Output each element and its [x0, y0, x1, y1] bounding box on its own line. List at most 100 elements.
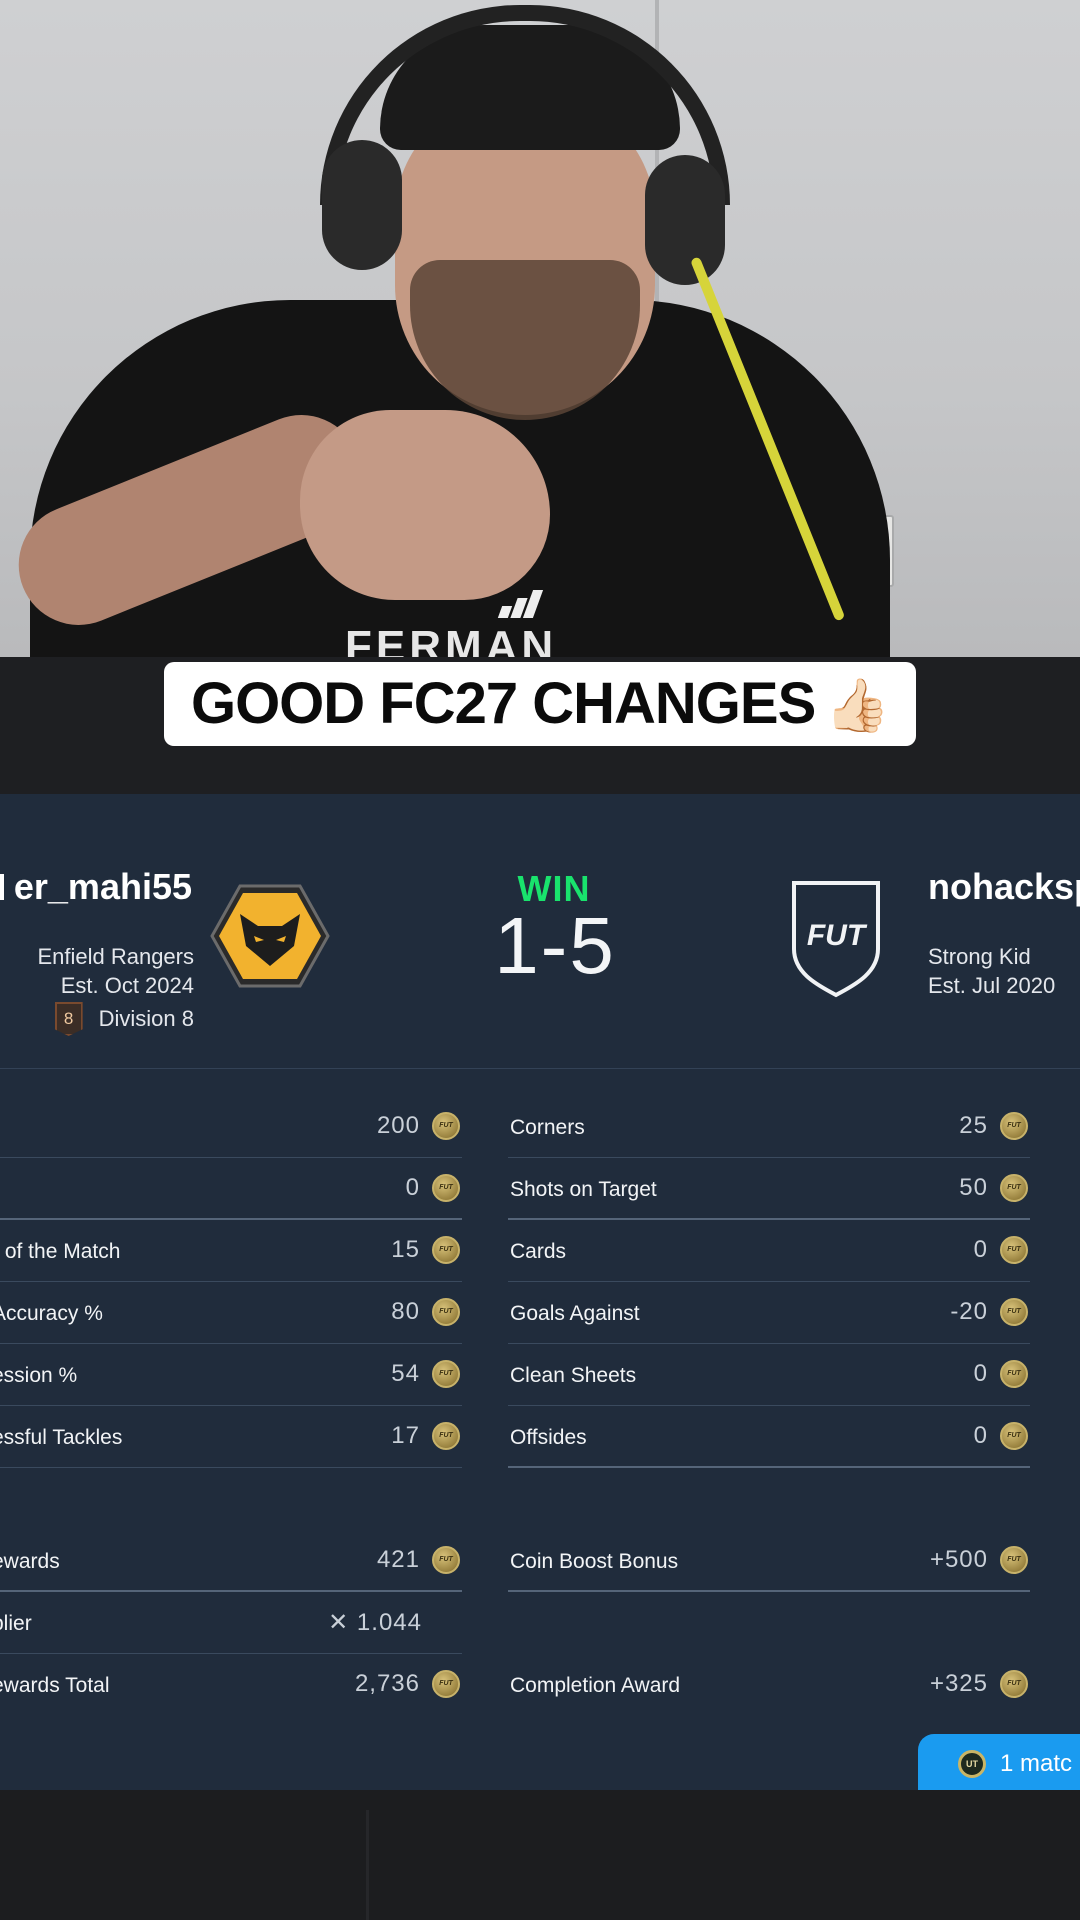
home-division: 8 Division 8: [54, 1002, 194, 1036]
caption-text: GOOD FC27 CHANGES: [190, 671, 816, 736]
reward-label: r of the Match: [0, 1240, 121, 1263]
reward-row: Corners 25 FUT: [508, 1096, 1030, 1158]
reward-value: 0: [973, 1236, 988, 1263]
match-count-button[interactable]: UT 1 matc: [918, 1734, 1080, 1790]
reward-label: Offsides: [510, 1426, 587, 1449]
reward-label: essful Tackles: [0, 1426, 123, 1449]
reward-value: 17: [391, 1422, 420, 1449]
coin-icon: FUT: [1000, 1174, 1028, 1202]
total-row: Coin Boost Bonus +500 FUT: [508, 1530, 1030, 1592]
coin-icon: FUT: [432, 1236, 460, 1264]
reward-label: ession %: [0, 1364, 78, 1387]
reward-row: Goals Against -20 FUT: [508, 1282, 1030, 1344]
total-label: ewards: [0, 1550, 60, 1573]
streamer-hand: [300, 410, 550, 600]
reward-label: Cards: [510, 1240, 567, 1263]
away-club-info: Strong Kid Est. Jul 2020: [928, 942, 1055, 1000]
home-club-info: Enfield Rangers Est. Oct 2024: [37, 942, 194, 1000]
match-count-label: 1 matc: [1000, 1750, 1073, 1777]
match-results-panel: er_mahi55 Enfield Rangers Est. Oct 2024 …: [0, 794, 1080, 1790]
reward-value: 0: [405, 1174, 420, 1201]
coin-icon: FUT: [1000, 1236, 1028, 1264]
reward-value: 50: [959, 1174, 988, 1201]
total-row: ewards Total 2,736 FUT: [0, 1654, 462, 1716]
rewards-column-left: 200 FUT 0 FUT r of the Match 15 FUT Accuracy…: [0, 1096, 462, 1716]
coin-icon: FUT: [432, 1112, 460, 1140]
match-score: 1-5: [494, 901, 616, 990]
reward-label: Shots on Target: [510, 1178, 657, 1201]
multiplier-value: ✕ 1.044: [328, 1609, 422, 1636]
reward-value: 0: [973, 1422, 988, 1449]
reward-row: Accuracy % 80 FUT: [0, 1282, 462, 1344]
total-value: +500: [929, 1546, 988, 1573]
reward-row: ession % 54 FUT: [0, 1344, 462, 1406]
reward-value: 0: [973, 1360, 988, 1387]
coin-icon: FUT: [1000, 1112, 1028, 1140]
coin-icon: FUT: [1000, 1298, 1028, 1326]
coin-icon: FUT: [432, 1298, 460, 1326]
home-division-label: Division 8: [98, 1006, 194, 1031]
wolves-crest-icon: [210, 884, 330, 988]
reward-row: Cards 0 FUT: [508, 1220, 1030, 1282]
reward-row: 200 FUT: [0, 1096, 462, 1158]
reward-label: Corners: [510, 1116, 585, 1139]
division-badge-icon: 8: [54, 1002, 83, 1036]
total-value: 421: [376, 1546, 420, 1573]
reward-value: -20: [950, 1298, 988, 1325]
coin-icon: FUT: [432, 1546, 460, 1574]
reward-row: Offsides 0 FUT: [508, 1406, 1030, 1468]
thumbs-up-icon: 👍🏻: [825, 677, 890, 735]
home-club-name: Enfield Rangers: [37, 944, 194, 969]
reward-row: 0 FUT: [0, 1158, 462, 1220]
coin-icon: FUT: [1000, 1360, 1028, 1388]
total-label: Coin Boost Bonus: [510, 1550, 679, 1573]
home-name-marker: [0, 874, 4, 900]
reward-label: Clean Sheets: [510, 1364, 637, 1387]
total-label: plier: [0, 1612, 32, 1635]
reward-row: Clean Sheets 0 FUT: [508, 1344, 1030, 1406]
total-label: ewards Total: [0, 1674, 110, 1697]
away-player-name: nohacksp: [928, 866, 1080, 907]
webcam-feed: FERMAN: [0, 0, 1080, 657]
reward-value: 200: [376, 1112, 420, 1139]
total-row: ewards 421 FUT: [0, 1530, 462, 1592]
total-value: +325: [929, 1670, 988, 1697]
total-row: Completion Award +325 FUT: [508, 1654, 1030, 1716]
away-club-name: Strong Kid: [928, 944, 1031, 969]
reward-value: 80: [391, 1298, 420, 1325]
coin-icon: FUT: [432, 1174, 460, 1202]
reward-row: r of the Match 15 FUT: [0, 1220, 462, 1282]
reward-label: Goals Against: [510, 1302, 640, 1325]
headphone-cup-right: [645, 155, 725, 285]
reward-value: 25: [959, 1112, 988, 1139]
reward-value: 15: [391, 1236, 420, 1263]
shirt-text: FERMAN: [345, 622, 558, 657]
reward-row: essful Tackles 17 FUT: [0, 1406, 462, 1468]
bottom-strip: [0, 1790, 1080, 1920]
fut-shield-icon: FUT: [792, 881, 880, 998]
coin-icon: FUT: [1000, 1422, 1028, 1450]
total-value: 2,736: [354, 1670, 420, 1697]
away-club-established: Est. Jul 2020: [928, 973, 1056, 998]
reward-label: Accuracy %: [0, 1302, 103, 1325]
rewards-column-right: Corners 25 FUT Shots on Target 50 FUT Cards 0…: [508, 1096, 1030, 1716]
brand-logo-icon: [497, 590, 550, 620]
headphone-cup-left: [322, 140, 402, 270]
fut-badge-text: FUT: [807, 919, 868, 952]
coin-icon: FUT: [432, 1670, 460, 1698]
header-divider: [0, 1068, 1080, 1069]
bottom-seam: [366, 1810, 369, 1920]
coin-icon: FUT: [1000, 1546, 1028, 1574]
total-label: Completion Award: [510, 1674, 681, 1697]
video-caption: GOOD FC27 CHANGES 👍🏻: [164, 662, 916, 746]
coin-icon: FUT: [432, 1422, 460, 1450]
ut-coin-icon: UT: [958, 1750, 986, 1778]
home-club-established: Est. Oct 2024: [60, 973, 194, 998]
total-row: plier ✕ 1.044: [0, 1592, 462, 1654]
reward-row: Shots on Target 50 FUT: [508, 1158, 1030, 1220]
coin-icon: FUT: [432, 1360, 460, 1388]
coin-icon: FUT: [1000, 1670, 1028, 1698]
